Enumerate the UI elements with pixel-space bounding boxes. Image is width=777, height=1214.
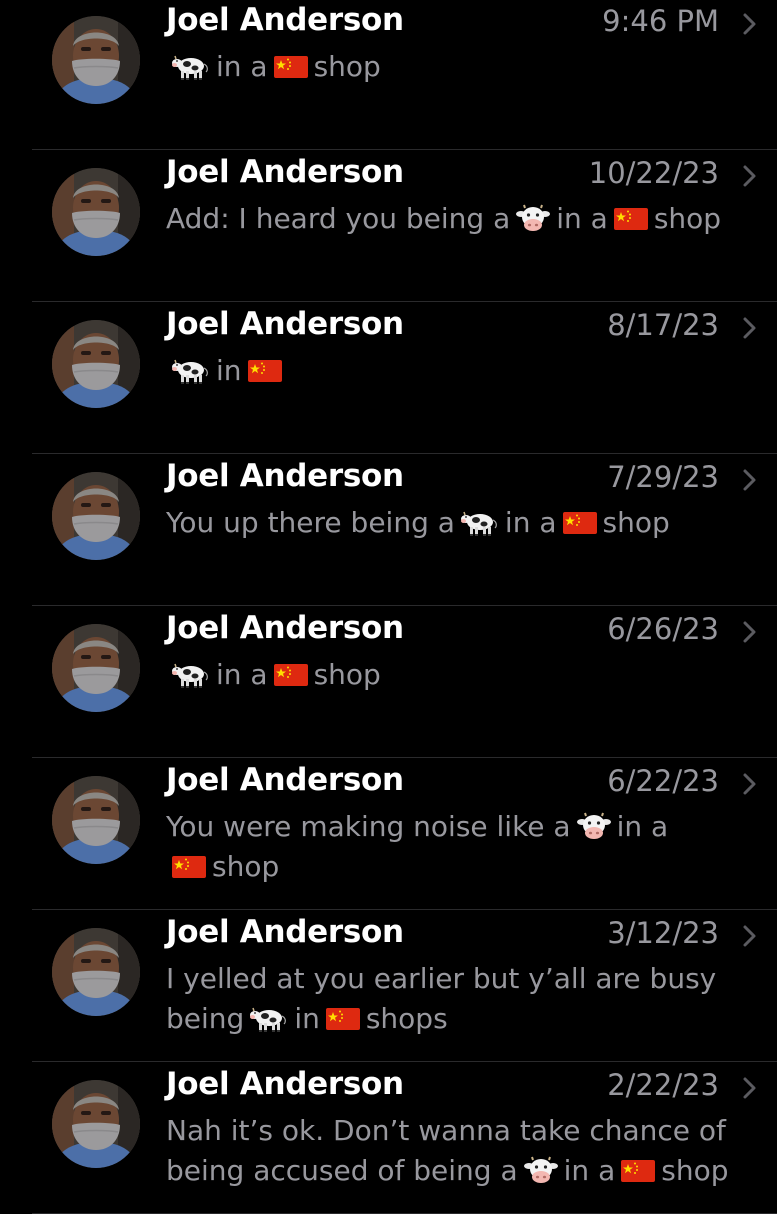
message-timestamp: 3/12/23 xyxy=(607,916,719,950)
cow-face-emoji xyxy=(516,204,551,234)
avatar xyxy=(52,16,140,104)
cow-emoji xyxy=(172,356,210,386)
cow-face-emoji xyxy=(523,1156,558,1186)
message-timestamp: 9:46 PM xyxy=(602,4,719,38)
avatar xyxy=(52,472,140,560)
chevron-right-icon[interactable] xyxy=(737,316,761,340)
contact-name: Joel Anderson xyxy=(166,762,404,798)
conversation-row[interactable]: Joel Anderson 9:46 PM in a shop xyxy=(0,0,777,150)
message-timestamp: 6/22/23 xyxy=(607,764,719,798)
message-preview: Nah it’s ok. Don’t wanna take chance of b… xyxy=(166,1110,729,1190)
china-flag-emoji xyxy=(562,511,597,535)
message-preview: You up there being a in a shop xyxy=(166,502,726,542)
chevron-right-icon[interactable] xyxy=(737,924,761,948)
avatar xyxy=(52,776,140,864)
contact-name: Joel Anderson xyxy=(166,2,404,38)
message-timestamp: 8/17/23 xyxy=(607,308,719,342)
contact-name: Joel Anderson xyxy=(166,458,404,494)
chevron-right-icon[interactable] xyxy=(737,772,761,796)
conversation-row[interactable]: Joel Anderson 10/22/23 Add: I heard you b… xyxy=(0,150,777,302)
message-timestamp: 7/29/23 xyxy=(607,460,719,494)
message-preview: in a shop xyxy=(166,654,726,694)
preview-text: in a xyxy=(216,50,268,83)
preview-line: being in shops xyxy=(166,998,726,1038)
preview-text: shop xyxy=(653,202,722,235)
china-flag-emoji xyxy=(621,1159,656,1183)
conversation-list: Joel Anderson 9:46 PM in a shop Joel And… xyxy=(0,0,777,1214)
cow-emoji xyxy=(172,660,210,690)
preview-text: I yelled at you earlier but y’all are bu… xyxy=(166,962,717,995)
preview-line: I yelled at you earlier but y’all are bu… xyxy=(166,958,726,998)
china-flag-emoji xyxy=(273,55,308,79)
preview-text: You were making noise like a xyxy=(166,810,571,843)
china-flag-emoji xyxy=(247,359,282,383)
preview-line: Add: I heard you being a in a shop xyxy=(166,198,726,238)
preview-text: in a xyxy=(216,658,268,691)
message-preview: Add: I heard you being a in a shop xyxy=(166,198,726,238)
china-flag-emoji xyxy=(273,663,308,687)
preview-text: shop xyxy=(313,50,381,83)
avatar xyxy=(52,320,140,408)
conversation-row[interactable]: Joel Anderson 6/22/23 You were making noi… xyxy=(0,758,777,910)
china-flag-emoji xyxy=(172,855,206,879)
contact-name: Joel Anderson xyxy=(166,610,404,646)
message-preview: in xyxy=(166,350,726,390)
avatar xyxy=(52,928,140,1016)
chevron-right-icon[interactable] xyxy=(737,468,761,492)
preview-text: being accused of being a xyxy=(166,1154,518,1187)
preview-text: in xyxy=(216,354,242,387)
message-preview: in a shop xyxy=(166,46,726,86)
preview-text: shops xyxy=(365,1002,448,1035)
message-preview: You were making noise like a in a shop xyxy=(166,806,726,886)
conversation-row[interactable]: Joel Anderson 8/17/23 in xyxy=(0,302,777,454)
preview-text: being xyxy=(166,1002,245,1035)
chevron-right-icon[interactable] xyxy=(737,12,761,36)
preview-line: shop xyxy=(166,846,726,886)
preview-text: in xyxy=(294,1002,320,1035)
preview-line: in xyxy=(166,350,726,390)
avatar xyxy=(52,168,140,256)
contact-name: Joel Anderson xyxy=(166,914,404,950)
message-timestamp: 10/22/23 xyxy=(588,156,719,190)
contact-name: Joel Anderson xyxy=(166,1066,404,1102)
preview-text: Add: I heard you being a xyxy=(166,202,511,235)
cow-emoji xyxy=(460,508,499,538)
preview-text: shop xyxy=(212,850,280,883)
preview-line: in a shop xyxy=(166,46,726,86)
china-flag-emoji xyxy=(613,207,648,231)
china-flag-emoji xyxy=(325,1007,360,1031)
preview-line: Nah it’s ok. Don’t wanna take chance of xyxy=(166,1110,726,1150)
message-timestamp: 2/22/23 xyxy=(607,1068,719,1102)
preview-text: shop xyxy=(313,658,381,691)
cow-emoji xyxy=(250,1004,288,1034)
cow-face-emoji xyxy=(576,812,611,842)
preview-line: being accused of being a in a shop xyxy=(166,1150,729,1190)
conversation-row[interactable]: Joel Anderson 7/29/23 You up there being … xyxy=(0,454,777,606)
preview-line: in a shop xyxy=(166,654,726,694)
chevron-right-icon[interactable] xyxy=(737,164,761,188)
preview-text: Nah it’s ok. Don’t wanna take chance of xyxy=(166,1114,726,1147)
preview-text: shop xyxy=(661,1154,729,1187)
conversation-row[interactable]: Joel Anderson 2/22/23 Nah it’s ok. Don’t … xyxy=(0,1062,777,1214)
message-preview: I yelled at you earlier but y’all are bu… xyxy=(166,958,726,1038)
conversation-row[interactable]: Joel Anderson 6/26/23 in a shop xyxy=(0,606,777,758)
chevron-right-icon[interactable] xyxy=(737,620,761,644)
preview-line: You up there being a in a shop xyxy=(166,502,726,542)
preview-text: shop xyxy=(602,506,670,539)
preview-text: in a xyxy=(504,506,557,539)
preview-text: in a xyxy=(616,810,669,843)
preview-text: in a xyxy=(556,202,608,235)
preview-text: You up there being a xyxy=(166,506,455,539)
preview-line: You were making noise like a in a xyxy=(166,806,726,846)
contact-name: Joel Anderson xyxy=(166,154,404,190)
avatar xyxy=(52,624,140,712)
conversation-row[interactable]: Joel Anderson 3/12/23 I yelled at you ear… xyxy=(0,910,777,1062)
avatar xyxy=(52,1080,140,1168)
chevron-right-icon[interactable] xyxy=(737,1076,761,1100)
cow-emoji xyxy=(172,52,210,82)
contact-name: Joel Anderson xyxy=(166,306,404,342)
message-timestamp: 6/26/23 xyxy=(607,612,719,646)
preview-text: in a xyxy=(563,1154,616,1187)
